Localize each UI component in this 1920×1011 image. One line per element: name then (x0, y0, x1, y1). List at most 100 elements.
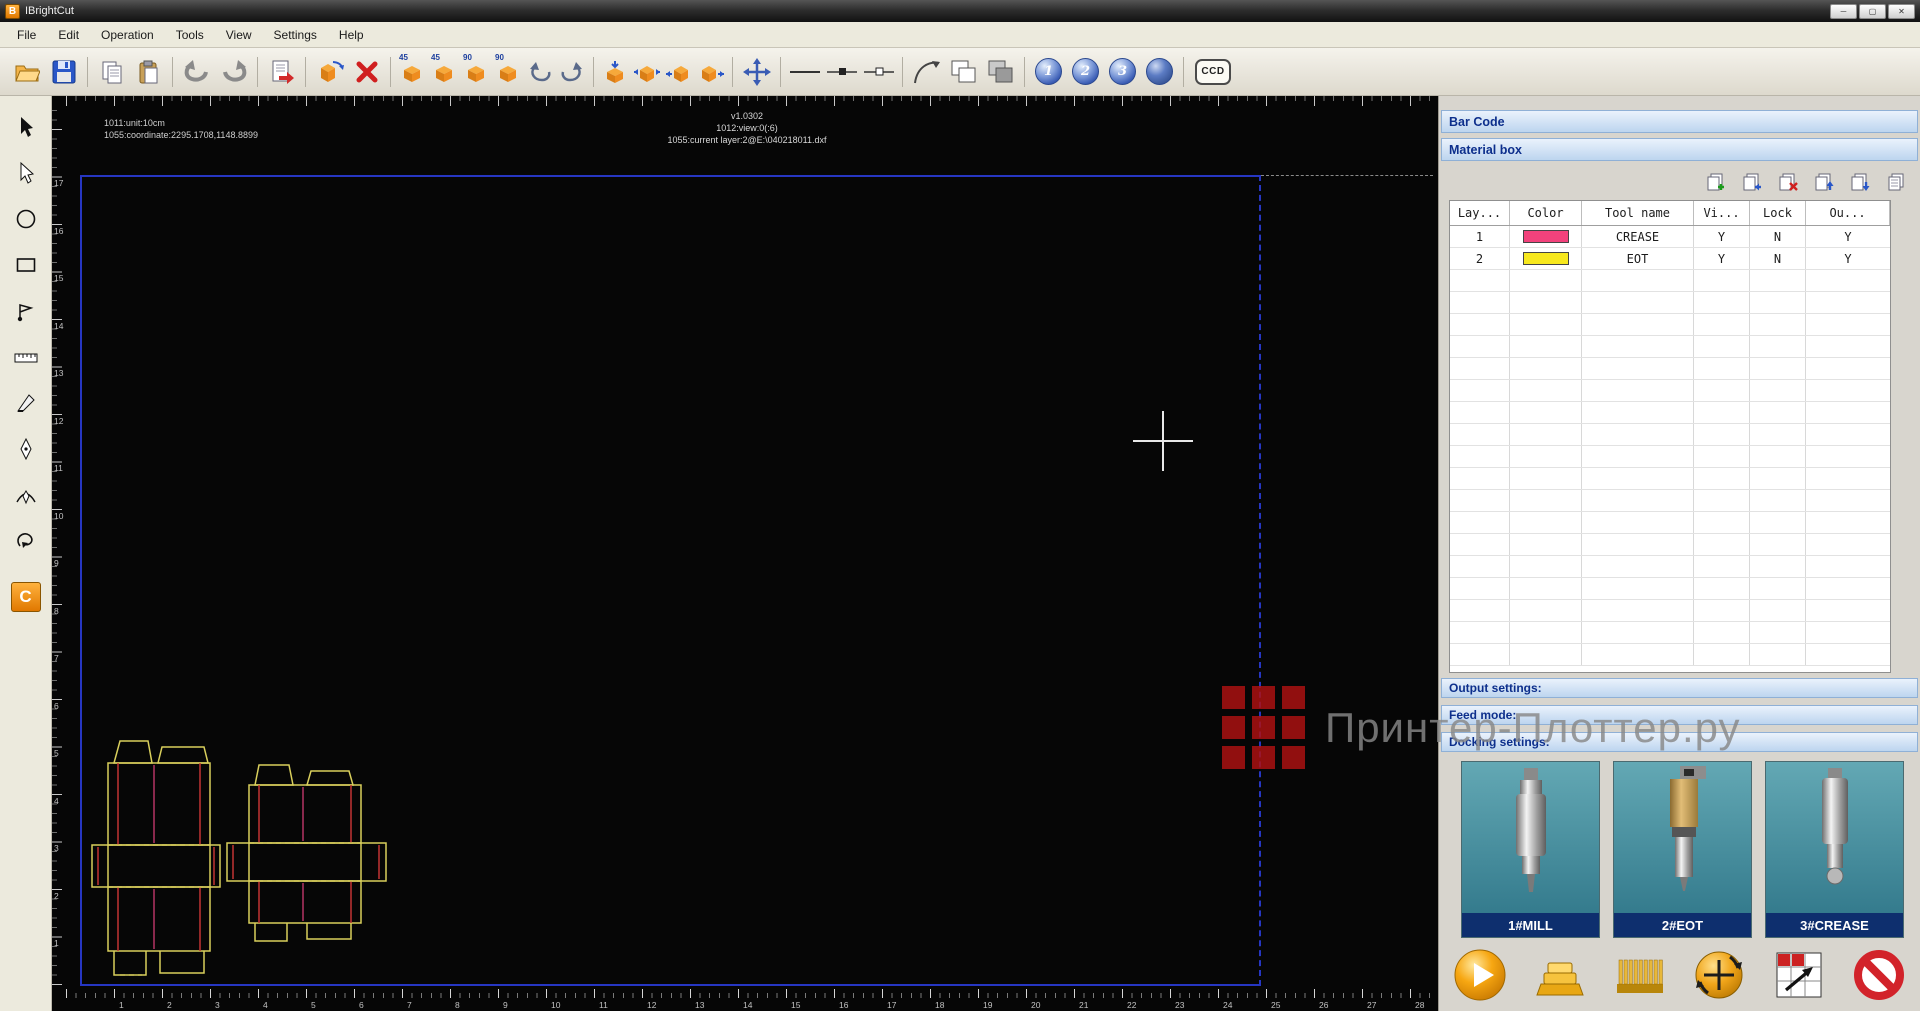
menu-view[interactable]: View (215, 24, 263, 46)
rotate-45-cw-button[interactable]: 45 (428, 52, 460, 92)
angle-label: 45 (431, 53, 440, 62)
ccd-button[interactable]: CCD (1189, 52, 1237, 92)
add-layer-button[interactable] (1704, 171, 1728, 193)
line-style-button[interactable] (786, 52, 823, 92)
material-toolbar (1704, 169, 1908, 195)
delete-layer-button[interactable] (1776, 171, 1800, 193)
column-header: Lock (1750, 201, 1806, 225)
knife-tool[interactable] (7, 384, 45, 422)
output-button[interactable] (1533, 948, 1587, 1002)
menu-operation[interactable]: Operation (90, 24, 165, 46)
menu-settings[interactable]: Settings (263, 24, 328, 46)
align-right-button[interactable] (695, 52, 727, 92)
menu-edit[interactable]: Edit (47, 24, 90, 46)
view-3-button[interactable]: 3 (1104, 52, 1141, 92)
loop-tool[interactable] (7, 522, 45, 560)
move-layer-down-button[interactable] (1848, 171, 1872, 193)
mirror-vertical-button[interactable] (599, 52, 631, 92)
menu-tools[interactable]: Tools (165, 24, 215, 46)
layer-row[interactable]: 1CREASEYNY (1450, 226, 1890, 248)
rectangle-icon (14, 253, 38, 277)
layout-button[interactable] (1772, 948, 1826, 1002)
materialbox-section-header[interactable]: Material box (1441, 138, 1918, 161)
number-2-icon: 2 (1072, 58, 1099, 85)
window-title: IBrightCut (25, 5, 74, 17)
stop-button[interactable] (1852, 948, 1906, 1002)
export-document-icon (269, 59, 295, 85)
paste-button[interactable] (130, 52, 167, 92)
open-button[interactable] (8, 52, 45, 92)
number-3-icon: 3 (1109, 58, 1136, 85)
docking-settings-header[interactable]: Docking settings: (1441, 732, 1918, 752)
move-layer-up-button[interactable] (1812, 171, 1836, 193)
duplicate-layer-button[interactable] (1884, 171, 1908, 193)
view-all-button[interactable] (1141, 52, 1178, 92)
column-header: Ou... (1806, 201, 1890, 225)
rectangle-tool[interactable] (7, 246, 45, 284)
materialbox-label: Material box (1449, 143, 1522, 157)
close-button[interactable]: ✕ (1888, 4, 1915, 19)
ungroup-button[interactable] (982, 52, 1019, 92)
menu-file[interactable]: File (6, 24, 47, 46)
measure-tool[interactable] (7, 338, 45, 376)
undo-button[interactable] (178, 52, 215, 92)
curve-pen-tool[interactable] (7, 476, 45, 514)
select-tool[interactable] (7, 108, 45, 146)
move-button[interactable] (738, 52, 775, 92)
titlebar: B IBrightCut ─ ▢ ✕ (0, 0, 1920, 22)
rotate-90-cw-button[interactable]: 90 (492, 52, 524, 92)
polyline-tool[interactable] (7, 292, 45, 330)
tool-card-eot[interactable]: 2#EOT (1613, 761, 1752, 938)
mirror-horizontal-button[interactable] (631, 52, 663, 92)
pen-nib-icon (14, 437, 38, 461)
output-settings-header[interactable]: Output settings: (1441, 678, 1918, 698)
layer-color-swatch[interactable] (1523, 230, 1569, 243)
menu-help[interactable]: Help (328, 24, 375, 46)
delete-button[interactable] (348, 52, 385, 92)
circle-tool[interactable] (7, 200, 45, 238)
export-button[interactable] (263, 52, 300, 92)
arc-tool-button[interactable] (908, 52, 945, 92)
pen-tool[interactable] (7, 430, 45, 468)
view-1-button[interactable]: 1 (1030, 52, 1067, 92)
tool-card-mill[interactable]: 1#MILL (1461, 761, 1600, 938)
line-handle-icon (863, 66, 895, 78)
column-header: Tool name (1582, 201, 1694, 225)
line-segment-button[interactable] (860, 52, 897, 92)
rotate-object-button[interactable] (311, 52, 348, 92)
add-layer-icon (1705, 172, 1727, 192)
material-layer-table: Lay...ColorTool nameVi...LockOu...1CREAS… (1449, 200, 1891, 673)
save-button[interactable] (45, 52, 82, 92)
layer-color-swatch[interactable] (1523, 252, 1569, 265)
drawing-canvas[interactable]: 1234567891011121314151617181920212223242… (52, 96, 1438, 1011)
brush-button[interactable] (1613, 948, 1667, 1002)
docking-settings-label: Docking settings: (1449, 735, 1550, 749)
layer-up-icon (1813, 172, 1835, 192)
rotate-left-button[interactable] (524, 52, 556, 92)
maximize-button[interactable]: ▢ (1859, 4, 1886, 19)
tool-card-label: 1#MILL (1462, 913, 1599, 937)
view-2-button[interactable]: 2 (1067, 52, 1104, 92)
angle-label: 90 (463, 53, 472, 62)
group-button[interactable] (945, 52, 982, 92)
direct-select-tool[interactable] (7, 154, 45, 192)
redo-button[interactable] (215, 52, 252, 92)
import-layer-button[interactable] (1740, 171, 1764, 193)
line-node-button[interactable] (823, 52, 860, 92)
circle-icon (14, 207, 38, 231)
layer-row[interactable]: 2EOTYNY (1450, 248, 1890, 270)
start-button[interactable] (1453, 948, 1507, 1002)
undo-icon (183, 59, 211, 85)
calibrate-button[interactable] (1692, 948, 1746, 1002)
rotate-45-ccw-button[interactable]: 45 (396, 52, 428, 92)
barcode-section-header[interactable]: Bar Code (1441, 110, 1918, 133)
copy-button[interactable] (93, 52, 130, 92)
tool-card-crease[interactable]: 3#CREASE (1765, 761, 1904, 938)
rotate-right-button[interactable] (556, 52, 588, 92)
empty-row (1450, 468, 1890, 490)
rotate-90-ccw-button[interactable]: 90 (460, 52, 492, 92)
feed-mode-header[interactable]: Feed mode: (1441, 705, 1918, 725)
overlap-rects-filled-icon (987, 59, 1015, 85)
minimize-button[interactable]: ─ (1830, 4, 1857, 19)
align-left-button[interactable] (663, 52, 695, 92)
